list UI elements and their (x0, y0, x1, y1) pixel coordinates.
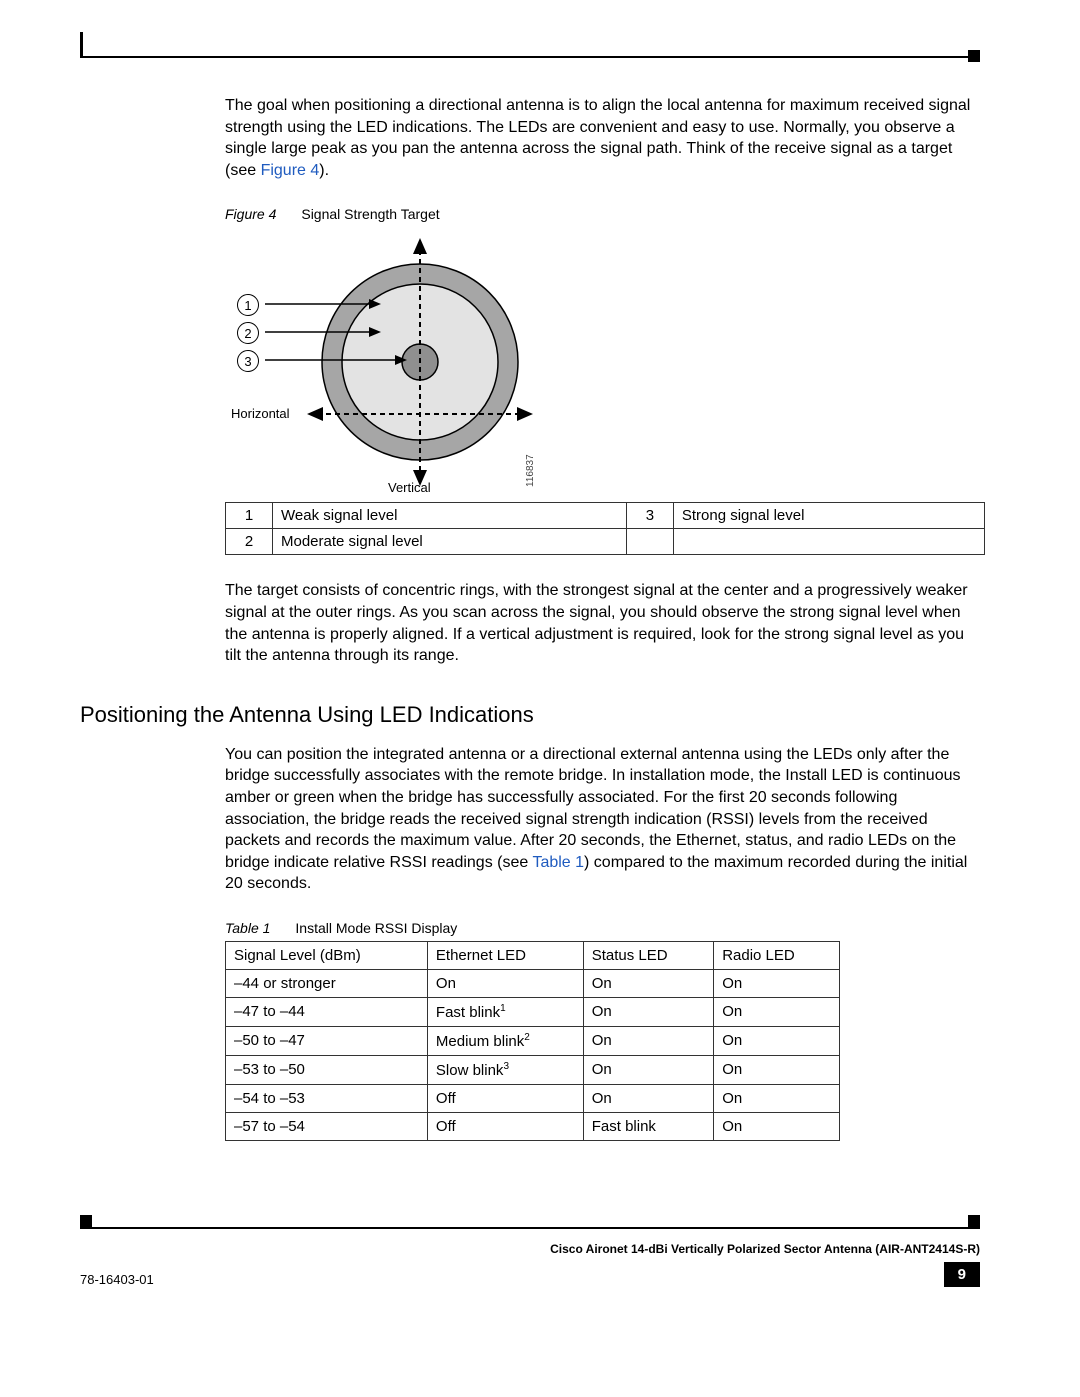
figure-legend-table: 1 Weak signal level 3 Strong signal leve… (225, 502, 985, 555)
positioning-text-a: You can position the integrated antenna … (225, 746, 961, 871)
figure-ref-link[interactable]: Figure 4 (261, 162, 320, 179)
target-svg (225, 232, 565, 492)
rssi-table: Signal Level (dBm) Ethernet LED Status L… (225, 941, 840, 1141)
cell-signal: –57 to –54 (226, 1112, 428, 1140)
cell-signal: –50 to –47 (226, 1026, 428, 1055)
legend-text: Strong signal level (673, 503, 984, 529)
table-row: –44 or strongerOnOnOn (226, 969, 840, 997)
page-footer: 78-16403-01 Cisco Aironet 14-dBi Vertica… (80, 1241, 980, 1287)
legend-num: 2 (226, 529, 273, 555)
table-title: Install Mode RSSI Display (295, 920, 457, 936)
crop-mark (968, 50, 980, 62)
cell-status: On (583, 997, 713, 1026)
bottom-rule (80, 1227, 980, 1229)
cell-ethernet: Slow blink3 (427, 1055, 583, 1084)
footer-partnum: 78-16403-01 (80, 1272, 154, 1287)
cell-ethernet: On (427, 969, 583, 997)
legend-text: Moderate signal level (273, 529, 627, 555)
legend-num: 3 (626, 503, 673, 529)
cell-radio: On (714, 1055, 840, 1084)
section-heading: Positioning the Antenna Using LED Indica… (80, 702, 980, 728)
table-row: –50 to –47Medium blink2OnOn (226, 1026, 840, 1055)
intro-text-b: ). (319, 162, 329, 179)
cell-status: On (583, 969, 713, 997)
cell-ethernet: Medium blink2 (427, 1026, 583, 1055)
cell-radio: On (714, 969, 840, 997)
callout-1: 1 (237, 294, 259, 316)
legend-row: 1 Weak signal level 3 Strong signal leve… (226, 503, 985, 529)
crop-mark (968, 1215, 980, 1227)
footer-right: Cisco Aironet 14-dBi Vertically Polarize… (550, 1241, 980, 1287)
axis-horizontal-label: Horizontal (231, 406, 290, 421)
table-caption: Table 1 Install Mode RSSI Display (225, 920, 980, 936)
figure-id: 116837 (525, 455, 536, 488)
col-status-led: Status LED (583, 941, 713, 969)
target-description-paragraph: The target consists of concentric rings,… (225, 580, 980, 666)
table-row: –57 to –54OffFast blinkOn (226, 1112, 840, 1140)
footer-doc-title: Cisco Aironet 14-dBi Vertically Polarize… (550, 1241, 980, 1258)
top-rule (80, 56, 980, 58)
cell-status: On (583, 1055, 713, 1084)
col-radio-led: Radio LED (714, 941, 840, 969)
signal-target-figure: 1 2 3 Horizontal Vertical 116837 (225, 232, 565, 492)
legend-num: 1 (226, 503, 273, 529)
cell-radio: On (714, 1112, 840, 1140)
cell-status: On (583, 1026, 713, 1055)
cell-ethernet: Off (427, 1112, 583, 1140)
callout-circle-2: 2 (237, 322, 259, 344)
table-number: Table 1 (225, 920, 270, 936)
table-row: –54 to –53OffOnOn (226, 1084, 840, 1112)
crop-mark (80, 1215, 92, 1227)
cell-signal: –53 to –50 (226, 1055, 428, 1084)
table-row: –47 to –44Fast blink1OnOn (226, 997, 840, 1026)
col-ethernet-led: Ethernet LED (427, 941, 583, 969)
legend-row: 2 Moderate signal level (226, 529, 985, 555)
cell-signal: –44 or stronger (226, 969, 428, 997)
cell-signal: –47 to –44 (226, 997, 428, 1026)
positioning-paragraph: You can position the integrated antenna … (225, 744, 980, 895)
cell-radio: On (714, 1084, 840, 1112)
cell-radio: On (714, 1026, 840, 1055)
figure-title: Signal Strength Target (301, 206, 439, 222)
legend-num (626, 529, 673, 555)
page: The goal when positioning a directional … (0, 0, 1080, 1397)
callout-2: 2 (237, 322, 259, 344)
axis-vertical-label: Vertical (388, 480, 431, 495)
crop-tick (80, 32, 83, 58)
cell-ethernet: Off (427, 1084, 583, 1112)
cell-status: On (583, 1084, 713, 1112)
cell-status: Fast blink (583, 1112, 713, 1140)
page-number: 9 (944, 1262, 980, 1287)
table-ref-link[interactable]: Table 1 (532, 854, 584, 871)
cell-radio: On (714, 997, 840, 1026)
cell-ethernet: Fast blink1 (427, 997, 583, 1026)
legend-text (673, 529, 984, 555)
callout-circle-3: 3 (237, 350, 259, 372)
intro-paragraph: The goal when positioning a directional … (225, 95, 980, 181)
legend-text: Weak signal level (273, 503, 627, 529)
table-row: –53 to –50Slow blink3OnOn (226, 1055, 840, 1084)
col-signal-level: Signal Level (dBm) (226, 941, 428, 969)
table-header-row: Signal Level (dBm) Ethernet LED Status L… (226, 941, 840, 969)
callout-3: 3 (237, 350, 259, 372)
intro-text-a: The goal when positioning a directional … (225, 97, 970, 179)
figure-caption: Figure 4 Signal Strength Target (225, 206, 980, 222)
figure-number: Figure 4 (225, 206, 276, 222)
callout-circle-1: 1 (237, 294, 259, 316)
cell-signal: –54 to –53 (226, 1084, 428, 1112)
